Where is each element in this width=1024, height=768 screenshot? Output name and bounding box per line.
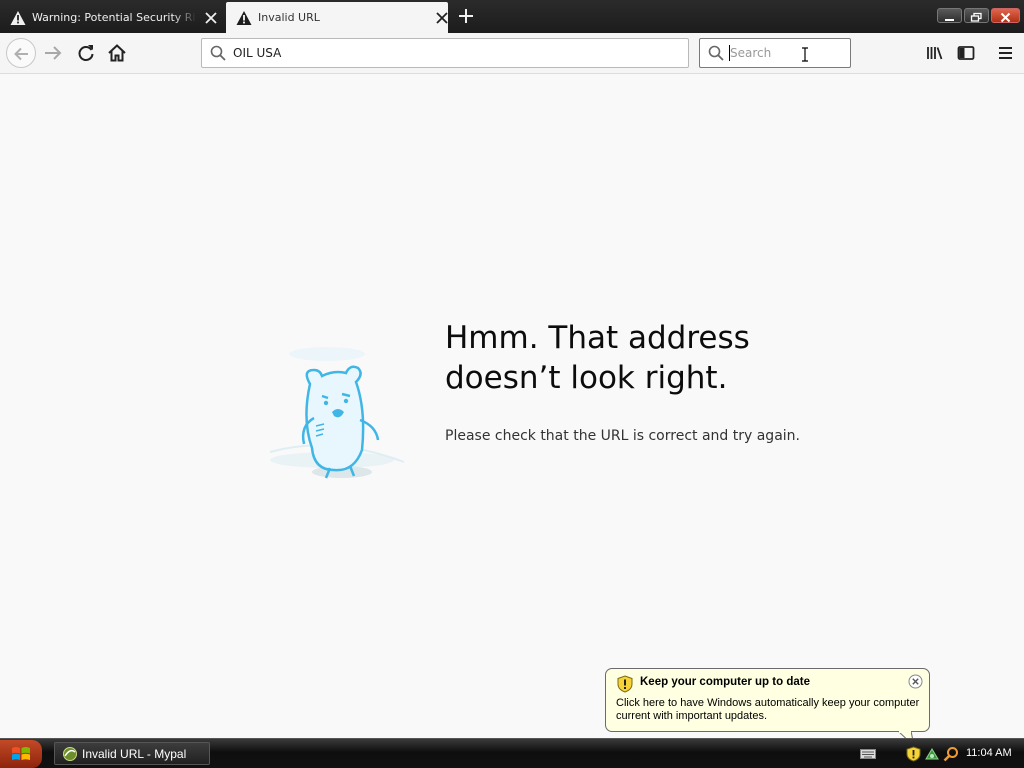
restore-button[interactable]: [964, 8, 989, 23]
url-bar[interactable]: OIL USA: [201, 38, 689, 68]
keyboard-icon[interactable]: [860, 748, 876, 760]
search-icon[interactable]: [943, 746, 959, 762]
tab-label: Warning: Potential Security Risk Ahead: [32, 11, 197, 24]
text-cursor-icon: [802, 47, 808, 62]
mypal-browser-icon: [63, 747, 77, 761]
system-clock: 11:04 AM: [966, 747, 1012, 759]
notification-title: Keep your computer up to date: [640, 676, 810, 688]
start-button[interactable]: [0, 740, 42, 768]
security-shield-icon[interactable]: [906, 746, 921, 762]
warning-icon: [236, 10, 252, 25]
plus-icon[interactable]: [456, 6, 476, 26]
reload-icon[interactable]: [75, 42, 97, 64]
tab-invalid-url[interactable]: Invalid URL: [226, 2, 448, 33]
network-icon[interactable]: [924, 746, 940, 762]
restore-icon: [970, 12, 982, 22]
close-window-button[interactable]: [991, 8, 1020, 23]
minimize-icon: [945, 19, 954, 21]
error-title: Hmm. That address doesn’t look right.: [445, 320, 750, 396]
sidebar-icon[interactable]: [955, 42, 977, 64]
search-input[interactable]: [729, 45, 840, 61]
back-button[interactable]: [6, 38, 36, 68]
tab-security-warning[interactable]: Warning: Potential Security Risk Ahead: [0, 2, 224, 33]
update-notification-balloon[interactable]: Keep your computer up to date Click here…: [605, 668, 930, 732]
back-arrow-icon: [14, 47, 28, 61]
windows-logo-icon: [12, 747, 30, 760]
taskbar: Invalid URL - Mypal 11:04 AM: [0, 738, 1024, 768]
taskbar-item-browser[interactable]: Invalid URL - Mypal: [54, 742, 210, 765]
close-tab-icon[interactable]: [436, 11, 448, 24]
forward-arrow-icon[interactable]: [42, 42, 64, 64]
hamburger-menu-icon[interactable]: [995, 42, 1017, 64]
library-icon[interactable]: [924, 42, 946, 64]
warning-icon: [10, 10, 26, 25]
close-icon: [1000, 12, 1011, 23]
minimize-button[interactable]: [937, 8, 962, 23]
search-icon: [210, 45, 226, 61]
close-icon[interactable]: [908, 674, 923, 689]
tab-label: Invalid URL: [258, 11, 320, 24]
search-icon: [708, 45, 724, 61]
url-text: OIL USA: [233, 46, 282, 60]
tab-strip: Warning: Potential Security Risk Ahead I…: [0, 0, 1024, 33]
navigation-toolbar: OIL USA: [0, 33, 1024, 74]
close-tab-icon[interactable]: [205, 11, 217, 24]
error-description: Please check that the URL is correct and…: [445, 428, 800, 444]
security-shield-icon: [617, 675, 633, 693]
home-icon[interactable]: [106, 42, 128, 64]
confused-bear-illustration: [269, 347, 405, 479]
search-bar[interactable]: [699, 38, 851, 68]
notification-body: Click here to have Windows automatically…: [616, 697, 920, 722]
taskbar-item-label: Invalid URL - Mypal: [82, 747, 187, 761]
